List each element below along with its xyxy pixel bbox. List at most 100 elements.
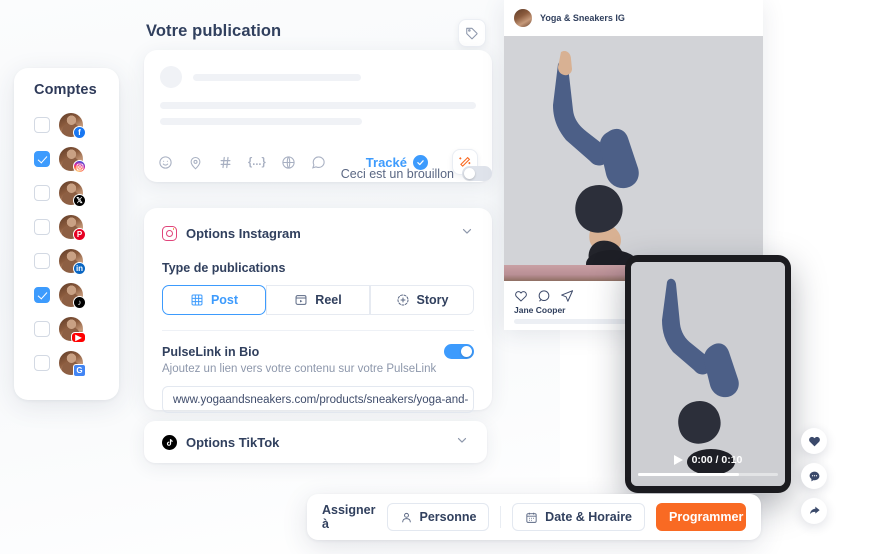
float-share-button[interactable] bbox=[801, 498, 827, 524]
account-checkbox-x[interactable] bbox=[34, 185, 50, 201]
account-row-x[interactable]: 𝕏 bbox=[14, 176, 119, 210]
video-timestamp: 0:00 / 0:10 bbox=[691, 453, 743, 466]
account-row-google-business[interactable]: G bbox=[14, 346, 119, 380]
tiktok-icon bbox=[162, 434, 177, 450]
heart-filled-icon bbox=[808, 436, 820, 446]
post-type-story[interactable]: Story bbox=[370, 285, 474, 315]
youtube-icon: ▶ bbox=[71, 332, 86, 343]
account-checkbox-linkedin[interactable] bbox=[34, 253, 50, 269]
tag-button[interactable] bbox=[458, 19, 486, 47]
pulselink-url-input[interactable]: www.yogaandsneakers.com/products/sneaker… bbox=[162, 386, 474, 413]
composer-skeleton-header bbox=[144, 50, 492, 88]
avatar: ▶ bbox=[59, 317, 86, 343]
date-time-label: Date & Horaire bbox=[545, 510, 633, 524]
instagram-icon bbox=[162, 226, 177, 241]
tag-icon bbox=[466, 27, 478, 40]
video-progress-bar[interactable] bbox=[638, 472, 778, 476]
skeleton-avatar bbox=[160, 66, 182, 88]
accounts-title: Comptes bbox=[34, 82, 97, 98]
account-row-instagram[interactable] bbox=[14, 142, 119, 176]
schedule-button-group: Programmer bbox=[656, 503, 746, 531]
google-business-icon: G bbox=[73, 364, 86, 377]
app-canvas: Comptes f 𝕏 P in ♪ ▶ G Votre publication… bbox=[0, 0, 893, 554]
account-row-linkedin[interactable]: in bbox=[14, 244, 119, 278]
post-type-post[interactable]: Post bbox=[162, 285, 266, 315]
avatar bbox=[514, 9, 532, 27]
story-plus-icon bbox=[397, 294, 409, 306]
grid-icon bbox=[191, 294, 203, 306]
post-type-reel[interactable]: Reel bbox=[266, 285, 370, 315]
preview-account-name: Yoga & Sneakers IG bbox=[540, 13, 625, 23]
play-icon[interactable] bbox=[673, 454, 683, 465]
comment-dots-icon bbox=[809, 471, 819, 481]
divider bbox=[500, 506, 502, 528]
post-type-post-label: Post bbox=[210, 293, 239, 307]
float-like-button[interactable] bbox=[801, 428, 827, 454]
composer-skeleton-body bbox=[144, 88, 492, 125]
accounts-panel: Comptes f 𝕏 P in ♪ ▶ G bbox=[14, 68, 119, 400]
instagram-icon bbox=[73, 160, 86, 173]
draft-toggle[interactable] bbox=[462, 166, 492, 181]
avatar: P bbox=[59, 215, 86, 241]
reel-icon bbox=[295, 295, 307, 305]
account-row-youtube[interactable]: ▶ bbox=[14, 312, 119, 346]
draft-toggle-row[interactable]: Ceci est un brouillon bbox=[144, 166, 492, 181]
avatar: G bbox=[59, 351, 86, 377]
skeleton-bar bbox=[160, 102, 476, 109]
account-checkbox-instagram[interactable] bbox=[34, 151, 50, 167]
video-controls: 0:00 / 0:10 bbox=[631, 454, 785, 476]
floating-actions bbox=[801, 428, 827, 524]
pulselink-url-value: www.yogaandsneakers.com/products/sneaker… bbox=[173, 393, 469, 406]
pulselink-toggle[interactable] bbox=[444, 344, 474, 359]
avatar: f bbox=[59, 113, 86, 139]
video-time-row: 0:00 / 0:10 bbox=[673, 453, 743, 466]
pinterest-icon: P bbox=[73, 228, 86, 241]
account-checkbox-google-business[interactable] bbox=[34, 355, 50, 371]
preview-photo bbox=[504, 36, 763, 281]
instagram-options-title: Options Instagram bbox=[186, 226, 301, 241]
person-icon bbox=[401, 512, 411, 522]
schedule-button[interactable]: Programmer bbox=[656, 503, 746, 531]
divider bbox=[162, 330, 474, 331]
instagram-options-card: Options Instagram Type de publications P… bbox=[144, 208, 492, 413]
assignee-selector[interactable]: Personne bbox=[386, 503, 490, 531]
calendar-icon bbox=[526, 512, 537, 523]
yoga-photo-illustration bbox=[504, 36, 763, 281]
account-checkbox-youtube[interactable] bbox=[34, 321, 50, 337]
x-twitter-icon: 𝕏 bbox=[73, 194, 86, 207]
account-checkbox-tiktok[interactable] bbox=[34, 287, 50, 303]
tiktok-options-card[interactable]: Options TikTok bbox=[144, 421, 487, 463]
instagram-options-header[interactable]: Options Instagram bbox=[162, 224, 474, 243]
chevron-down-icon[interactable] bbox=[455, 433, 469, 452]
tiktok-options-title: Options TikTok bbox=[186, 434, 280, 450]
heart-icon[interactable] bbox=[514, 289, 528, 303]
float-comment-button[interactable] bbox=[801, 463, 827, 489]
linkedin-icon: in bbox=[73, 262, 86, 275]
video-player[interactable]: 0:00 / 0:10 bbox=[631, 262, 785, 486]
draft-label: Ceci est un brouillon bbox=[340, 166, 454, 181]
chevron-down-icon[interactable] bbox=[460, 224, 474, 243]
share-icon[interactable] bbox=[560, 289, 574, 303]
post-type-label: Type de publications bbox=[162, 261, 286, 275]
account-row-facebook[interactable]: f bbox=[14, 108, 119, 142]
facebook-icon: f bbox=[73, 126, 86, 139]
schedule-button-label: Programmer bbox=[669, 510, 744, 524]
avatar: ♪ bbox=[59, 283, 86, 309]
video-preview-phone: 0:00 / 0:10 bbox=[625, 255, 791, 493]
post-type-segmented-control: Post Reel Story bbox=[162, 285, 474, 315]
account-checkbox-facebook[interactable] bbox=[34, 117, 50, 133]
account-row-pinterest[interactable]: P bbox=[14, 210, 119, 244]
skeleton-bar bbox=[193, 73, 361, 81]
account-row-tiktok[interactable]: ♪ bbox=[14, 278, 119, 312]
share-arrow-icon bbox=[809, 506, 820, 514]
pulselink-row: PulseLink in Bio bbox=[162, 344, 474, 359]
avatar: 𝕏 bbox=[59, 181, 86, 207]
schedule-action-bar: Assigner à Personne Date & Horaire Progr… bbox=[307, 494, 761, 540]
pulselink-title: PulseLink in Bio bbox=[162, 344, 260, 359]
pulselink-subtitle: Ajoutez un lien vers votre contenu sur v… bbox=[162, 363, 437, 375]
assign-label: Assigner à bbox=[322, 503, 376, 531]
account-checkbox-pinterest[interactable] bbox=[34, 219, 50, 235]
post-composer-card[interactable]: {...} Tracké bbox=[144, 50, 492, 182]
comment-icon[interactable] bbox=[537, 289, 551, 303]
date-time-selector[interactable]: Date & Horaire bbox=[512, 503, 646, 531]
